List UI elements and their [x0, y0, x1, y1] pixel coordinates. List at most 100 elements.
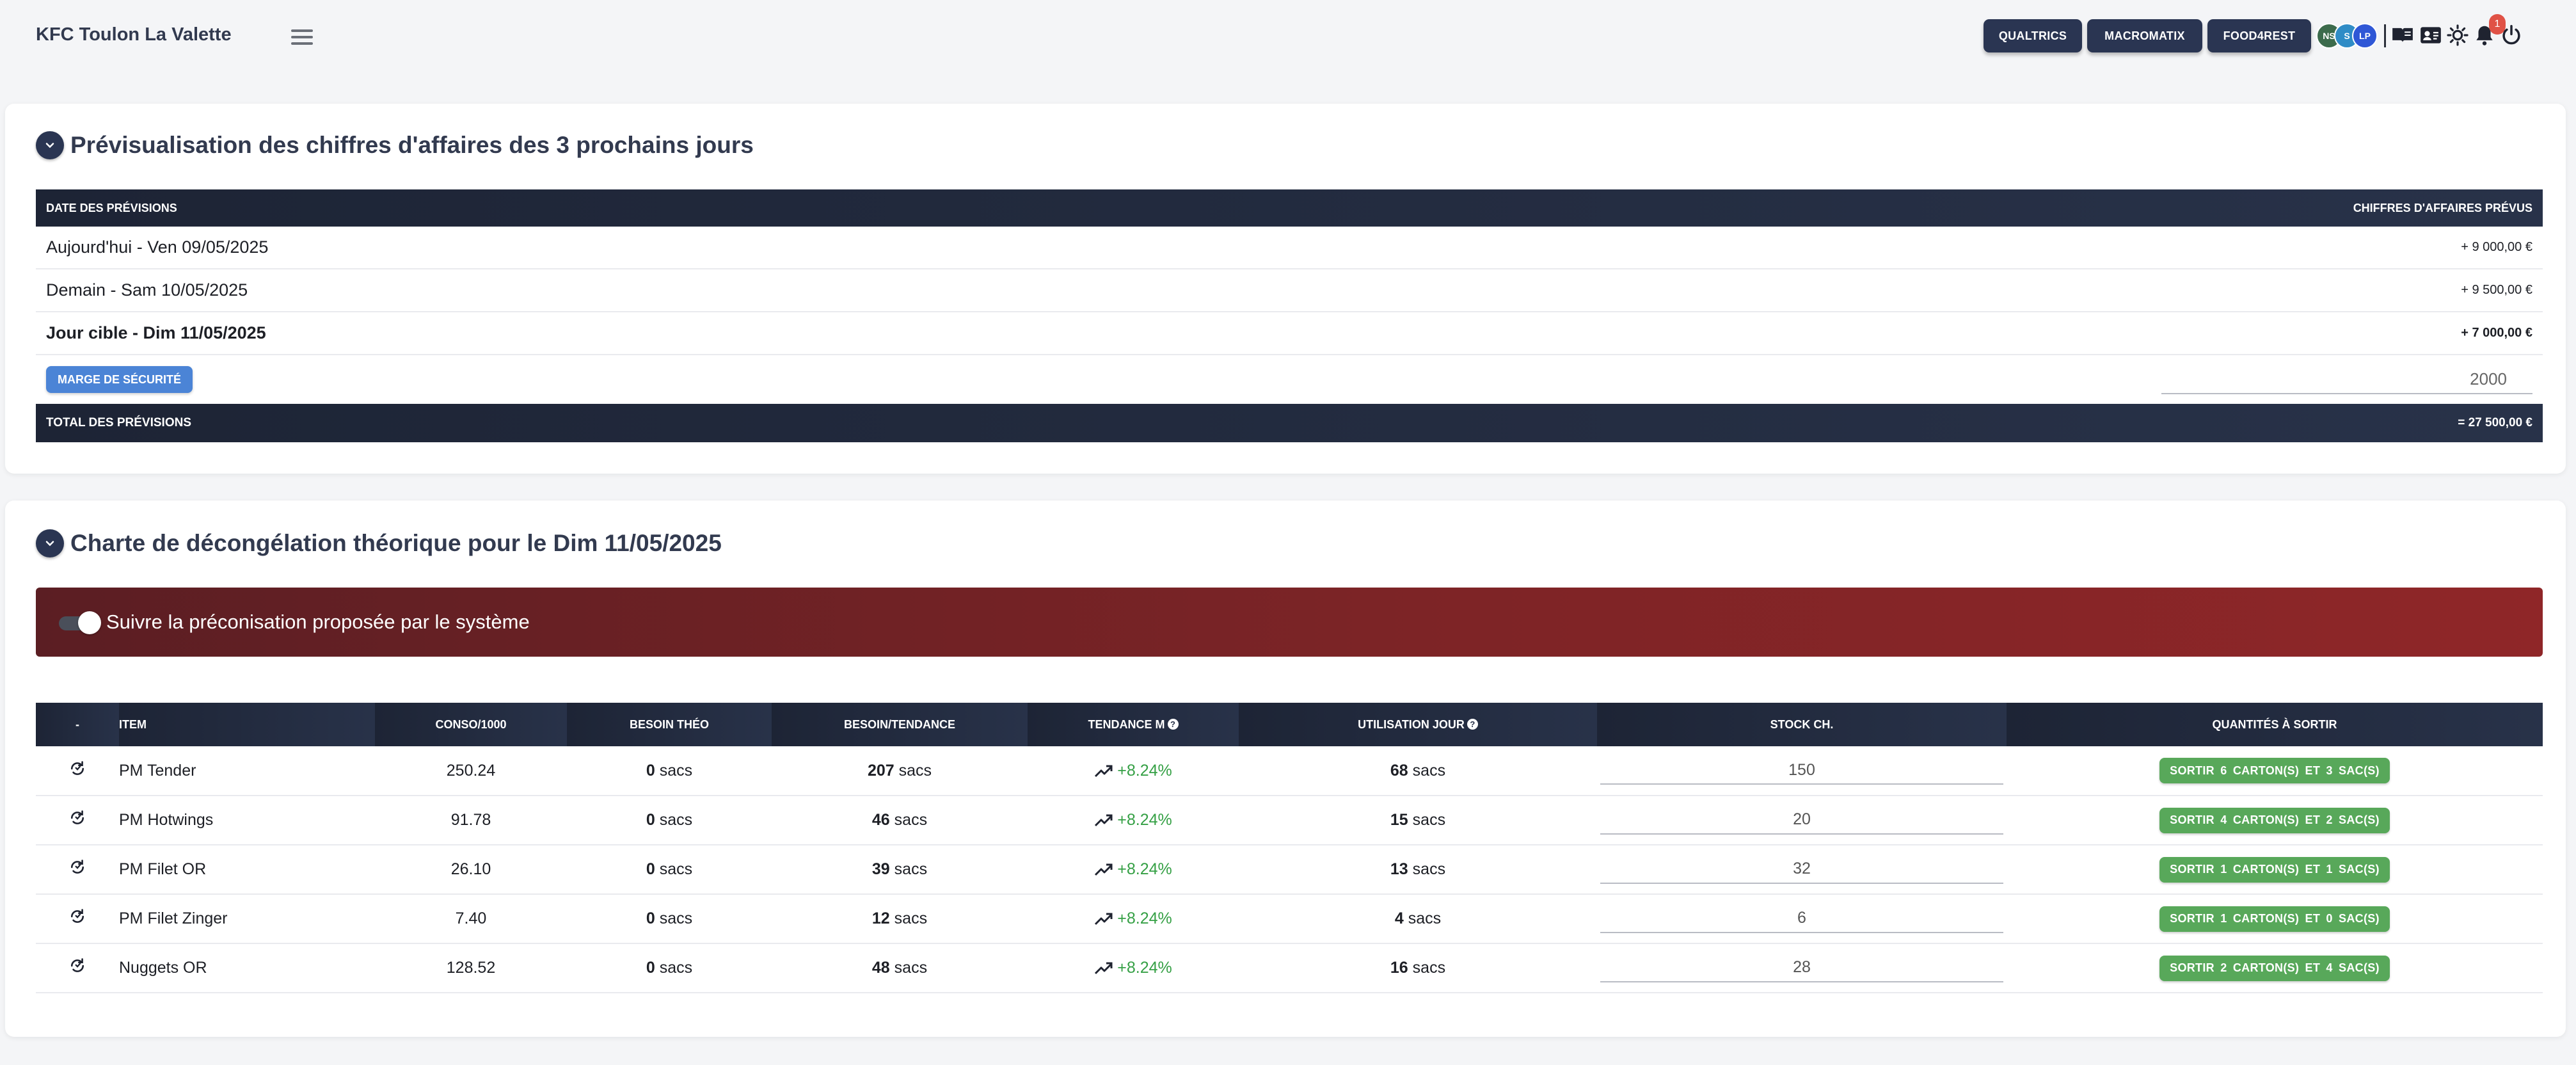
refresh-icon[interactable] [68, 908, 86, 925]
forecast-table: DATE DES PRÉVISIONS CHIFFRES D'AFFAIRES … [36, 189, 2543, 442]
thaw-chart-card: Charte de décongélation théorique pour l… [5, 500, 2566, 1037]
top-bar: KFC Toulon La Valette QUALTRICS MACROMAT… [0, 0, 2576, 74]
total-label: TOTAL DES PRÉVISIONS [46, 416, 191, 429]
tendance-value: +8.24% [1028, 746, 1239, 796]
utilisation-value: 4 sacs [1239, 894, 1597, 944]
tendance-value: +8.24% [1028, 796, 1239, 845]
refresh-icon[interactable] [68, 760, 86, 778]
col-item: ITEM [119, 703, 375, 746]
macromatix-button[interactable]: MACROMATIX [2087, 19, 2202, 52]
col-quantites: QUANTITÉS À SORTIR [2007, 703, 2543, 746]
item-name: PM Filet OR [119, 845, 375, 895]
conso-value: 91.78 [375, 796, 567, 845]
forecast-row-target: Jour cible - Dim 11/05/2025 + 7 000,00 € [36, 312, 2543, 355]
stock-cell [1597, 845, 2007, 895]
tendance-value: +8.24% [1028, 845, 1239, 895]
col-dash: - [36, 703, 119, 746]
book-icon[interactable] [2390, 23, 2415, 47]
menu-icon[interactable] [291, 29, 313, 45]
marge-row: MARGE DE SÉCURITÉ [36, 355, 2543, 404]
conso-value: 128.52 [375, 943, 567, 993]
trending-up-icon [1095, 814, 1113, 827]
table-header: - ITEM CONSO/1000 BESOIN THÉO BESOIN/TEN… [36, 703, 2543, 746]
sortir-cell: SORTIR 2 CARTON(S) ET 4 SAC(S) [2007, 943, 2543, 993]
conso-value: 7.40 [375, 894, 567, 944]
refresh-cell [36, 845, 119, 895]
refresh-cell [36, 894, 119, 944]
trending-up-icon [1095, 962, 1113, 975]
collapse-chevron-icon[interactable] [36, 131, 64, 159]
help-icon[interactable]: ? [1167, 718, 1179, 730]
stock-cell [1597, 943, 2007, 993]
forecast-date: Demain - Sam 10/05/2025 [46, 280, 248, 300]
forecast-amount: + 9 000,00 € [2461, 240, 2532, 254]
besoin-theo-value: 0 sacs [567, 894, 772, 944]
sortir-button[interactable]: SORTIR 1 CARTON(S) ET 1 SAC(S) [2159, 856, 2390, 883]
utilisation-value: 13 sacs [1239, 845, 1597, 895]
marge-securite-button[interactable]: MARGE DE SÉCURITÉ [46, 366, 193, 393]
table-row: PM Filet OR 26.10 0 sacs 39 sacs +8.24% … [36, 845, 2543, 895]
toolbar-divider [2384, 24, 2386, 47]
food4rest-button[interactable]: FOOD4REST [2207, 19, 2311, 52]
user-avatars[interactable]: NS S LP [2316, 23, 2381, 49]
forecast-date: Jour cible - Dim 11/05/2025 [46, 323, 266, 342]
stock-input[interactable] [1600, 757, 2003, 785]
refresh-icon[interactable] [68, 809, 86, 827]
item-name: PM Tender [119, 746, 375, 796]
besoin-tendance-value: 207 sacs [772, 746, 1028, 796]
conso-value: 250.24 [375, 746, 567, 796]
forecast-date: Aujourd'hui - Ven 09/05/2025 [46, 237, 269, 257]
power-icon[interactable] [2499, 23, 2524, 47]
utilisation-value: 68 sacs [1239, 746, 1597, 796]
col-conso: CONSO/1000 [375, 703, 567, 746]
sortir-cell: SORTIR 4 CARTON(S) ET 2 SAC(S) [2007, 796, 2543, 845]
stock-input[interactable] [1600, 904, 2003, 933]
refresh-icon[interactable] [68, 957, 86, 975]
besoin-tendance-value: 39 sacs [772, 845, 1028, 895]
app-title: KFC Toulon La Valette [36, 24, 232, 45]
refresh-cell [36, 746, 119, 796]
help-icon[interactable]: ? [1467, 718, 1478, 730]
stock-input[interactable] [1600, 954, 2003, 982]
follow-recommendation-toggle[interactable] [59, 611, 101, 634]
forecast-header: Prévisualisation des chiffres d'affaires… [36, 129, 754, 161]
forecast-amount: + 7 000,00 € [2461, 326, 2532, 340]
sortir-button[interactable]: SORTIR 1 CARTON(S) ET 0 SAC(S) [2159, 906, 2390, 932]
besoin-tendance-value: 12 sacs [772, 894, 1028, 944]
conso-value: 26.10 [375, 845, 567, 895]
avatar[interactable]: LP [2352, 23, 2378, 49]
refresh-cell [36, 943, 119, 993]
stock-input[interactable] [1600, 806, 2003, 835]
col-besoin-theo: BESOIN THÉO [567, 703, 772, 746]
sortir-cell: SORTIR 1 CARTON(S) ET 1 SAC(S) [2007, 845, 2543, 895]
trending-up-icon [1095, 863, 1113, 876]
besoin-tendance-value: 46 sacs [772, 796, 1028, 845]
chart-title: Charte de décongélation théorique pour l… [70, 530, 722, 556]
toggle-label: Suivre la préconisation proposée par le … [106, 611, 530, 633]
table-row: PM Filet Zinger 7.40 0 sacs 12 sacs +8.2… [36, 894, 2543, 944]
sortir-button[interactable]: SORTIR 6 CARTON(S) ET 3 SAC(S) [2159, 758, 2390, 783]
table-row: Nuggets OR 128.52 0 sacs 48 sacs +8.24% … [36, 943, 2543, 993]
brightness-icon[interactable] [2445, 23, 2470, 47]
thaw-table: - ITEM CONSO/1000 BESOIN THÉO BESOIN/TEN… [36, 703, 2543, 993]
sortir-button[interactable]: SORTIR 2 CARTON(S) ET 4 SAC(S) [2159, 955, 2390, 981]
trending-up-icon [1095, 765, 1113, 777]
stock-cell [1597, 894, 2007, 944]
forecast-row: Aujourd'hui - Ven 09/05/2025 + 9 000,00 … [36, 227, 2543, 269]
utilisation-value: 16 sacs [1239, 943, 1597, 993]
trending-up-icon [1095, 913, 1113, 925]
header-amount: CHIFFRES D'AFFAIRES PRÉVUS [2353, 201, 2532, 214]
qualtrics-button[interactable]: QUALTRICS [1984, 19, 2082, 52]
item-name: PM Hotwings [119, 796, 375, 845]
stock-input[interactable] [1600, 855, 2003, 884]
collapse-chevron-icon[interactable] [36, 529, 64, 557]
sortir-button[interactable]: SORTIR 4 CARTON(S) ET 2 SAC(S) [2159, 807, 2390, 833]
forecast-title: Prévisualisation des chiffres d'affaires… [70, 132, 754, 158]
refresh-icon[interactable] [68, 858, 86, 876]
item-name: Nuggets OR [119, 943, 375, 993]
forecast-total-row: TOTAL DES PRÉVISIONS = 27 500,00 € [36, 404, 2543, 442]
forecast-row: Demain - Sam 10/05/2025 + 9 500,00 € [36, 269, 2543, 312]
contact-card-icon[interactable] [2419, 23, 2443, 47]
besoin-theo-value: 0 sacs [567, 845, 772, 895]
marge-input[interactable] [2161, 365, 2532, 394]
